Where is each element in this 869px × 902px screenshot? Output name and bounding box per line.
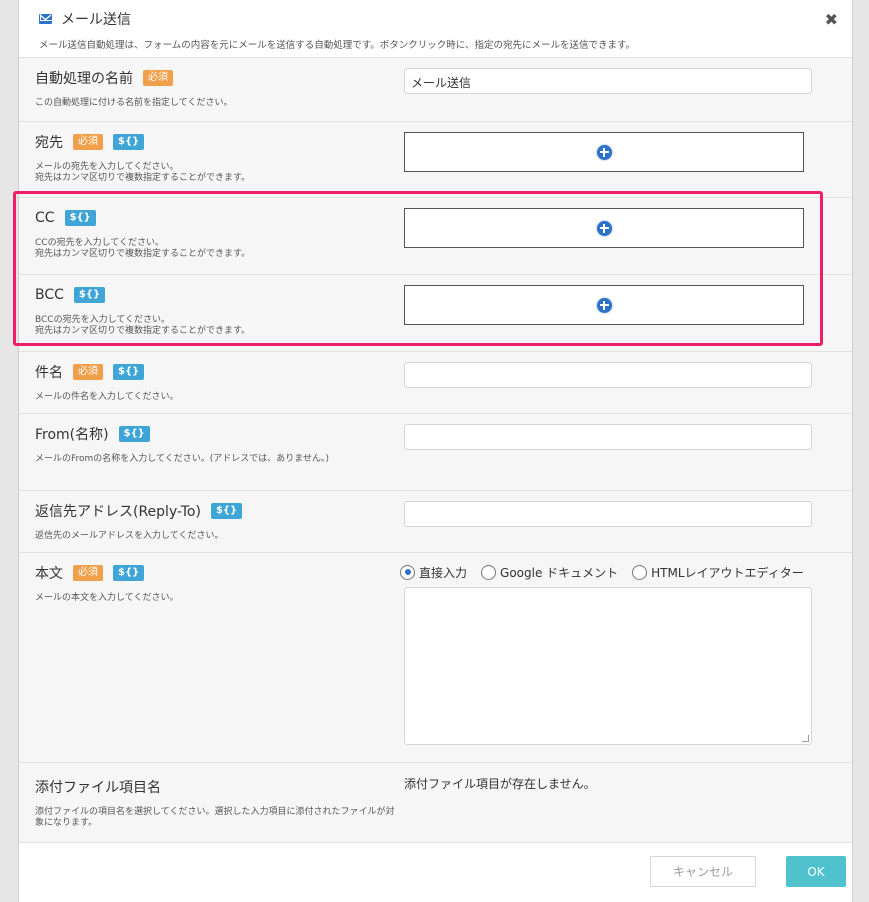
add-bcc-icon[interactable] <box>596 297 612 313</box>
from-label: From(名称) <box>35 427 109 443</box>
variable-badge: ${} <box>64 210 96 226</box>
cancel-button[interactable]: キャンセル <box>650 856 756 887</box>
close-icon[interactable]: ✖ <box>825 10 838 29</box>
attach-value: 添付ファイル項目が存在しません。 <box>404 777 596 791</box>
required-badge: 必須 <box>73 364 103 380</box>
bcc-desc-2: 宛先はカンマ区切りで複数指定することができます。 <box>35 326 251 336</box>
subject-desc: メールの件名を入力してください。 <box>35 392 179 402</box>
required-badge: 必須 <box>73 565 103 581</box>
name-desc: この自動処理に付ける名前を指定してください。 <box>35 98 233 108</box>
cc-desc-1: CCの宛先を入力してください。 <box>35 238 165 248</box>
required-badge: 必須 <box>143 70 173 86</box>
mail-send-dialog: メール送信 メール送信自動処理は、フォームの内容を元にメールを送信する自動処理で… <box>18 0 853 902</box>
dialog-title: メール送信 <box>61 12 131 28</box>
radio-google-docs-label: Google ドキュメント <box>500 565 619 580</box>
row-subject: 件名 必須 ${} メールの件名を入力してください。 <box>19 352 852 414</box>
radio-unselected-icon[interactable] <box>481 564 497 580</box>
bcc-label: BCC <box>35 287 64 303</box>
cc-desc-2: 宛先はカンマ区切りで複数指定することができます。 <box>35 249 251 259</box>
required-badge: 必須 <box>73 134 103 150</box>
body-desc: メールの本文を入力してください。 <box>35 593 179 603</box>
body-label: 本文 <box>35 566 63 582</box>
cc-label: CC <box>35 210 55 226</box>
body-textarea[interactable] <box>404 587 812 745</box>
to-desc-1: メールの宛先を入力してください。 <box>35 162 179 172</box>
variable-badge: ${} <box>113 565 145 581</box>
radio-direct-input-label: 直接入力 <box>419 565 468 580</box>
row-attachments: 添付ファイル項目名 添付ファイルの項目名を選択してください。選択した入力項目に添… <box>19 763 852 840</box>
radio-html-layout-editor[interactable]: HTMLレイアウトエディター <box>632 564 804 581</box>
background-left <box>0 0 20 902</box>
row-bcc: BCC ${} BCCの宛先を入力してください。 宛先はカンマ区切りで複数指定す… <box>19 275 852 352</box>
resize-handle-icon[interactable] <box>802 735 809 742</box>
subject-label: 件名 <box>35 365 63 381</box>
reply-to-label: 返信先アドレス(Reply-To) <box>35 504 201 520</box>
body-source-radios: 直接入力 Google ドキュメント HTMLレイアウトエディター <box>400 563 852 581</box>
radio-unselected-icon[interactable] <box>632 564 648 580</box>
to-label: 宛先 <box>35 135 63 151</box>
variable-badge: ${} <box>73 287 106 303</box>
add-to-icon[interactable] <box>596 144 612 160</box>
row-to: 宛先 必須 ${} メールの宛先を入力してください。 宛先はカンマ区切りで複数指… <box>19 122 852 198</box>
mail-icon <box>39 14 52 24</box>
radio-html-layout-editor-label: HTMLレイアウトエディター <box>651 565 804 580</box>
bcc-desc-1: BCCの宛先を入力してください。 <box>35 315 171 325</box>
to-address-box[interactable] <box>404 132 804 172</box>
to-desc-2: 宛先はカンマ区切りで複数指定することができます。 <box>35 173 251 183</box>
reply-to-input[interactable] <box>404 501 812 527</box>
attach-label: 添付ファイル項目名 <box>35 780 161 796</box>
dialog-footer: キャンセル OK <box>19 842 852 902</box>
background-right <box>853 0 869 902</box>
dialog-header: メール送信 メール送信自動処理は、フォームの内容を元にメールを送信する自動処理で… <box>19 0 852 58</box>
reply-to-desc: 返信先のメールアドレスを入力してください。 <box>35 531 224 541</box>
variable-badge: ${} <box>113 364 145 380</box>
name-input[interactable]: メール送信 <box>404 68 812 94</box>
attach-desc: 添付ファイルの項目名を選択してください。選択した入力項目に添付されたファイルが対… <box>35 807 395 828</box>
row-from: From(名称) ${} メールのFromの名称を入力してください。(アドレスで… <box>19 414 852 491</box>
from-desc: メールのFromの名称を入力してください。(アドレスでは、ありません。) <box>35 454 330 464</box>
variable-badge: ${} <box>210 503 243 519</box>
radio-google-docs[interactable]: Google ドキュメント <box>481 564 618 581</box>
add-cc-icon[interactable] <box>596 220 612 236</box>
row-reply-to: 返信先アドレス(Reply-To) ${} 返信先のメールアドレスを入力してくだ… <box>19 491 852 553</box>
radio-selected-icon[interactable] <box>400 564 415 580</box>
row-cc: CC ${} CCの宛先を入力してください。 宛先はカンマ区切りで複数指定するこ… <box>19 198 852 275</box>
cc-address-box[interactable] <box>404 208 804 248</box>
name-label: 自動処理の名前 <box>35 71 133 87</box>
ok-button[interactable]: OK <box>786 856 846 887</box>
radio-direct-input[interactable]: 直接入力 <box>400 564 467 581</box>
row-body: 本文 必須 ${} メールの本文を入力してください。 直接入力 Google ド… <box>19 553 852 763</box>
dialog-subtitle: メール送信自動処理は、フォームの内容を元にメールを送信する自動処理です。ボタンク… <box>39 40 636 51</box>
bcc-address-box[interactable] <box>404 285 804 325</box>
variable-badge: ${} <box>113 134 145 150</box>
row-name: 自動処理の名前 必須 この自動処理に付ける名前を指定してください。 メール送信 <box>19 58 852 122</box>
subject-input[interactable] <box>404 362 812 388</box>
variable-badge: ${} <box>118 426 150 442</box>
from-input[interactable] <box>404 424 812 450</box>
